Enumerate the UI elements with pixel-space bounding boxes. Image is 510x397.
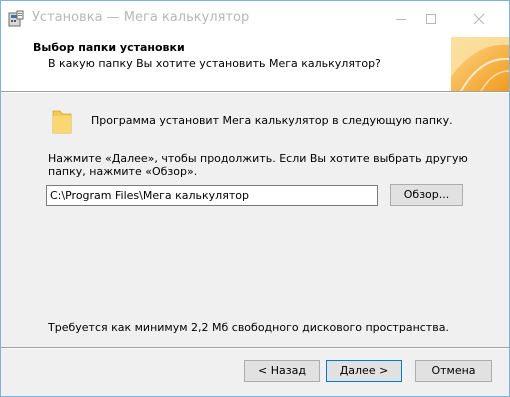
folder-icon <box>52 110 72 134</box>
footer-divider <box>1 347 509 349</box>
page-title: Выбор папки установки <box>33 41 185 54</box>
page-subtitle: В какую папку Вы хотите установить Мега … <box>48 57 381 70</box>
next-button[interactable]: Далее > <box>326 360 402 382</box>
close-icon[interactable] <box>464 1 494 37</box>
destination-info: Программа установит Мега калькулятор в с… <box>91 114 453 127</box>
installer-window: Установка — Мега калькулятор Выбор папки… <box>0 0 510 397</box>
browse-button[interactable]: Обзор... <box>390 184 463 206</box>
title-bar[interactable]: Установка — Мега калькулятор <box>1 1 509 37</box>
install-path-input[interactable] <box>46 185 378 206</box>
installer-icon <box>8 10 24 27</box>
minimize-icon[interactable] <box>386 1 416 37</box>
wizard-header: Выбор папки установки В какую папку Вы х… <box>1 37 509 91</box>
header-divider <box>1 91 509 93</box>
instruction-text: Нажмите «Далее», чтобы продолжить. Если … <box>48 152 468 178</box>
back-button[interactable]: < Назад <box>244 360 320 382</box>
maximize-icon[interactable] <box>416 1 446 37</box>
disk-space-requirement: Требуется как минимум 2,2 Мб свободного … <box>48 321 449 334</box>
window-title: Установка — Мега калькулятор <box>32 10 250 25</box>
wizard-header-image <box>451 37 509 91</box>
cancel-button[interactable]: Отмена <box>415 360 492 382</box>
